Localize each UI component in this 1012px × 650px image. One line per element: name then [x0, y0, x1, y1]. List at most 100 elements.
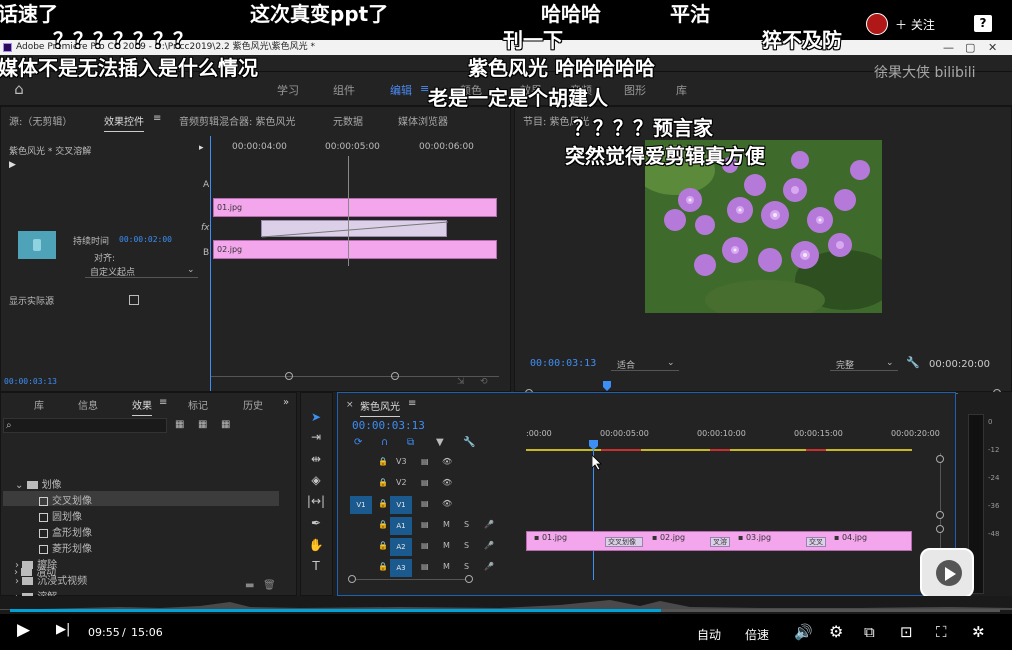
scroll-handle[interactable] [465, 575, 473, 583]
nest-icon[interactable]: ⟳ [354, 436, 362, 450]
solo-toggle[interactable]: S [464, 520, 469, 529]
lock-icon[interactable]: 🔒 [378, 457, 388, 466]
uploader-avatar[interactable] [866, 13, 888, 35]
follow-button[interactable]: ＋ 关注 [895, 16, 935, 33]
sequence-tab[interactable]: 紫色风光 [360, 398, 400, 417]
pen-tool-icon[interactable]: ✒ [306, 514, 326, 532]
settings-gear-icon[interactable]: ⚙ [829, 622, 843, 641]
microphone-icon[interactable]: 🎤 [484, 541, 494, 550]
align-dropdown[interactable]: 自定义起点 ⌄ [85, 264, 198, 278]
workspace-tab-graphics[interactable]: 图形 [624, 82, 646, 98]
close-sequence-icon[interactable]: × [346, 400, 354, 410]
timeline-timecode[interactable]: 00:00:03:13 [352, 419, 425, 432]
show-source-checkbox[interactable] [129, 295, 139, 305]
program-timecode[interactable]: 00:00:03:13 [530, 358, 596, 369]
lock-icon[interactable]: 🔒 [378, 520, 388, 529]
tree-item-iris-diamond[interactable]: 菱形划像 [39, 540, 92, 555]
delete-icon[interactable]: 🗑 [263, 579, 276, 593]
transition-bar[interactable] [261, 220, 448, 238]
minimize-button[interactable]: — [943, 40, 954, 55]
scroll-handle[interactable] [936, 511, 944, 519]
effect-controls-menu-icon[interactable]: ≡ [153, 113, 161, 124]
tab-history[interactable]: 历史 [243, 397, 263, 412]
tree-folder-slide[interactable]: › 滑动 [14, 563, 56, 578]
clip-a[interactable]: 01.jpg [213, 198, 497, 217]
timeline-h-scrollbar[interactable] [352, 579, 470, 580]
track-name[interactable]: A3 [390, 559, 412, 577]
32bit-effects-icon[interactable]: ▦ [198, 418, 207, 432]
wrench-icon[interactable]: 🔧 [906, 356, 920, 370]
transition-cross-dissolve[interactable]: 叉溶 [710, 537, 730, 547]
duration-value[interactable]: 00:00:02:00 [119, 235, 172, 244]
solo-toggle[interactable]: S [464, 541, 469, 550]
scroll-handle[interactable] [285, 372, 293, 380]
close-button[interactable]: ✕ [988, 40, 997, 55]
tab-metadata[interactable]: 元数据 [333, 113, 363, 128]
effect-controls-timecode[interactable]: 00:00:03:13 [4, 377, 57, 386]
workspace-tab-libraries[interactable]: 库 [676, 82, 687, 98]
scroll-handle[interactable] [936, 525, 944, 533]
lock-icon[interactable]: 🔒 [378, 499, 388, 508]
razor-tool-icon[interactable]: ◈ [306, 471, 326, 489]
track-name[interactable]: A1 [390, 517, 412, 535]
quality-dropdown[interactable]: 完整 ⌄ [830, 357, 898, 371]
danmaku-toggle-icon[interactable]: ✲ [972, 623, 985, 641]
volume-icon[interactable]: 🔊 [794, 623, 813, 641]
track-select-tool-icon[interactable]: ⇥ [306, 428, 326, 446]
tree-item-iris-box[interactable]: 盒形划像 [39, 524, 92, 539]
export-frame-icon[interactable]: ⇲ [457, 375, 465, 389]
sequence-menu-icon[interactable]: ≡ [408, 398, 416, 409]
expand-arrow-icon[interactable]: ▸ [199, 143, 204, 153]
linked-selection-icon[interactable]: ⧉ [407, 436, 414, 450]
tab-source[interactable]: 源:（无剪辑） [9, 113, 72, 128]
tab-markers[interactable]: 标记 [188, 397, 208, 412]
tree-item-iris-round[interactable]: 圆划像 [39, 508, 82, 523]
more-panels-icon[interactable]: » [283, 397, 289, 408]
eye-icon[interactable]: 👁 [442, 478, 452, 487]
tab-libraries[interactable]: 库 [34, 397, 44, 412]
track-name[interactable]: V1 [390, 496, 412, 514]
program-playhead[interactable] [603, 381, 611, 391]
tree-item-cross-iris[interactable]: 交叉划像 [39, 492, 92, 507]
clip-b[interactable]: 02.jpg [213, 240, 497, 259]
play-icon[interactable]: ▶ [17, 620, 30, 640]
transition-cross-iris[interactable]: 交叉划像 [605, 537, 643, 547]
transition-cross[interactable]: 交叉 [806, 537, 826, 547]
mute-toggle[interactable]: M [443, 520, 450, 529]
effects-menu-icon[interactable]: ≡ [159, 397, 167, 408]
play-transition-icon[interactable]: ▶ [9, 160, 16, 170]
tab-info[interactable]: 信息 [78, 397, 98, 412]
eye-icon[interactable]: 👁 [442, 499, 452, 508]
microphone-icon[interactable]: 🎤 [484, 520, 494, 529]
speed-button[interactable]: 倍速 [745, 626, 769, 643]
tab-audio-clip-mixer[interactable]: 音频剪辑混合器: 紫色风光 [179, 113, 296, 128]
new-bin-icon[interactable]: ▬ [245, 579, 254, 593]
clip-01[interactable]: ▪ 01.jpg [534, 533, 567, 542]
scroll-handle[interactable] [936, 455, 944, 463]
hand-tool-icon[interactable]: ✋ [306, 536, 326, 554]
clip-03[interactable]: ▪ 03.jpg [738, 533, 771, 542]
effects-search-input[interactable]: ⌕ [3, 418, 167, 433]
sync-lock-icon[interactable]: ▤ [421, 541, 429, 550]
accelerated-effects-icon[interactable]: ▦ [175, 418, 184, 432]
sync-lock-icon[interactable]: ▤ [421, 457, 429, 466]
slip-tool-icon[interactable]: |↔| [306, 492, 326, 510]
workspace-tab-learn[interactable]: 学习 [277, 82, 299, 98]
maximize-button[interactable]: ▢ [965, 40, 975, 55]
workspace-tab-assembly[interactable]: 组件 [333, 82, 355, 98]
clip-04[interactable]: ▪ 04.jpg [834, 533, 867, 542]
fullscreen-icon[interactable]: ⛶ [936, 623, 947, 641]
timeline-settings-icon[interactable]: 🔧 [463, 436, 475, 450]
lock-icon[interactable]: 🔒 [378, 478, 388, 487]
fit-dropdown[interactable]: 适合 ⌄ [611, 357, 679, 371]
track-name[interactable]: A2 [390, 538, 412, 556]
snap-icon[interactable]: ∩ [381, 436, 388, 450]
scroll-handle[interactable] [391, 372, 399, 380]
scrollbar[interactable] [211, 376, 499, 377]
eye-icon[interactable]: 👁 [442, 457, 452, 466]
tree-folder-iris[interactable]: ⌄ 划像 [15, 476, 62, 491]
mute-toggle[interactable]: M [443, 562, 450, 571]
settings-icon[interactable]: ⟲ [480, 375, 488, 389]
sync-lock-icon[interactable]: ▤ [421, 520, 429, 529]
sync-lock-icon[interactable]: ▤ [421, 499, 429, 508]
